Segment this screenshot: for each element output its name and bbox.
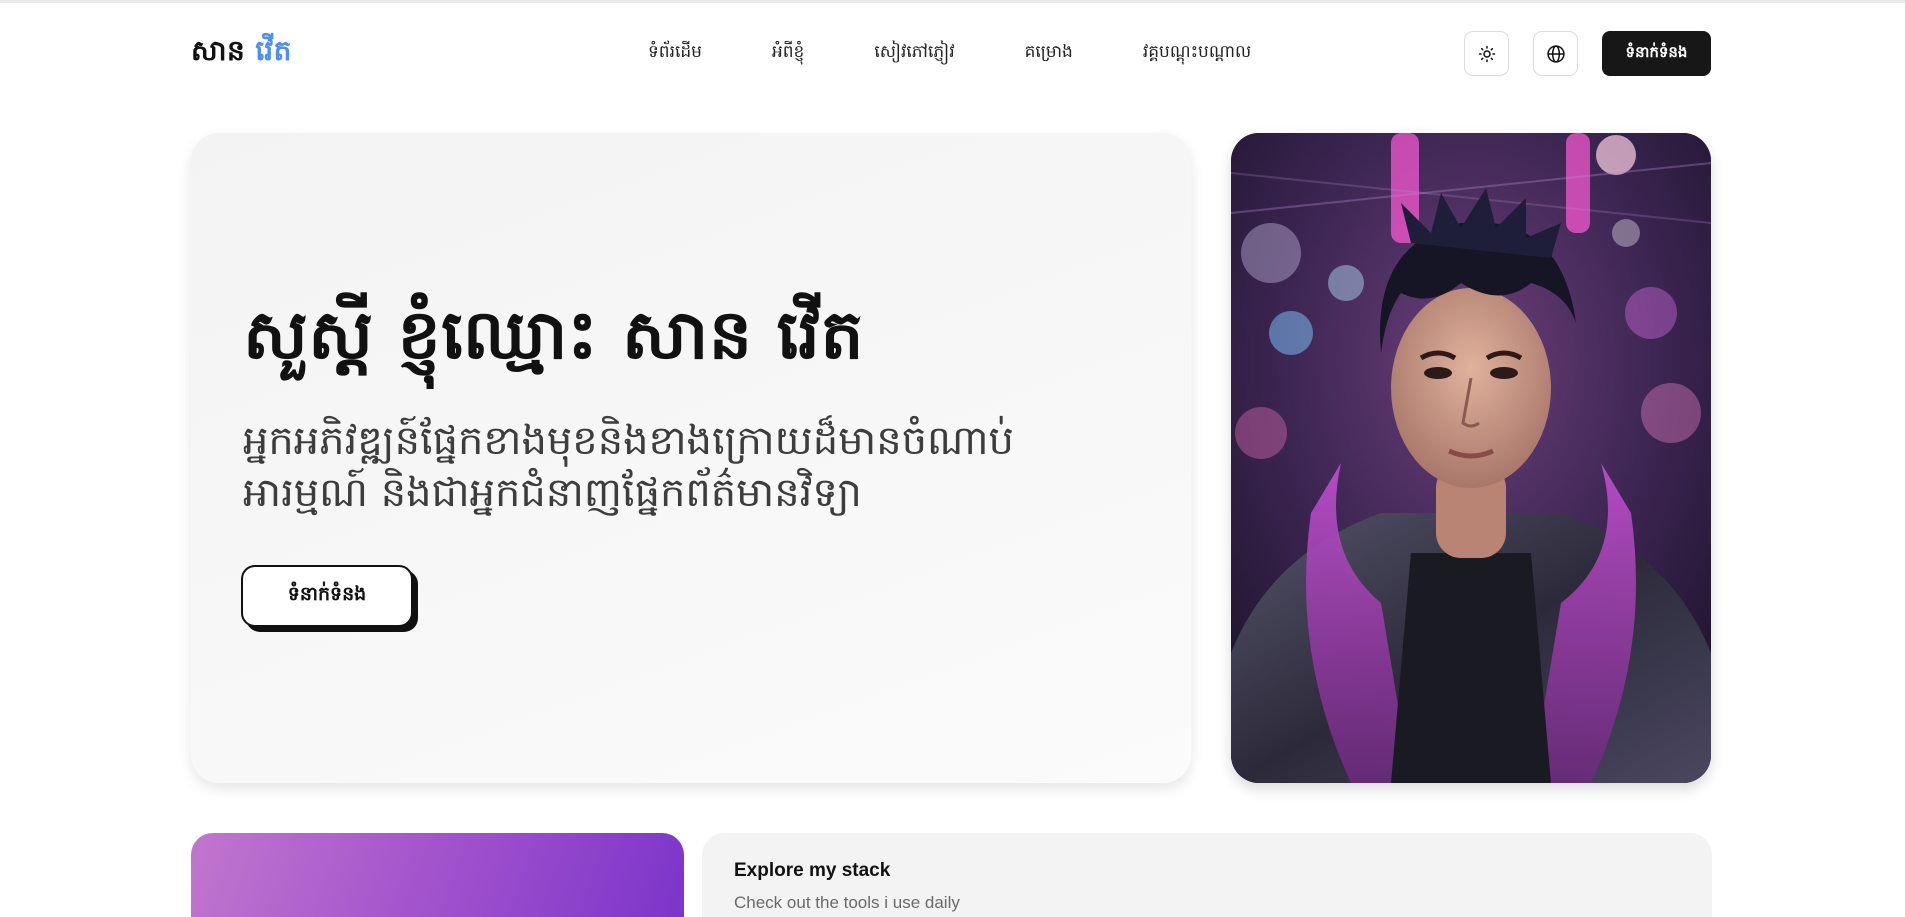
portrait-photo xyxy=(1231,133,1711,783)
hero-subtitle: អ្នកអភិវឌ្ឍន៍ផ្នែកខាងមុខនិងខាងក្រោយដ៏មាន… xyxy=(243,418,1014,516)
nav-item-about[interactable]: អំពីខ្ញុំ xyxy=(772,41,804,66)
stack-card[interactable]: Explore my stack Check out the tools i u… xyxy=(702,833,1712,917)
hero-contact-button[interactable]: ទំនាក់ទំនង xyxy=(241,565,413,627)
logo-first-name: សាន xyxy=(191,34,246,67)
gradient-card xyxy=(191,833,684,917)
globe-icon xyxy=(1546,44,1565,63)
language-button[interactable] xyxy=(1533,31,1578,76)
nav-actions: ទំនាក់ទំនង xyxy=(1464,31,1711,76)
hero-card: សួស្ដី ខ្ញុំឈ្មោះ សាន វើត អ្នកអភិវឌ្ឍន៍ផ… xyxy=(191,133,1191,783)
logo-last-name: វើត xyxy=(255,34,292,67)
nav-item-home[interactable]: ទំព័រដើម xyxy=(648,41,702,66)
contact-button[interactable]: ទំនាក់ទំនង xyxy=(1602,31,1711,76)
stack-card-subtitle: Check out the tools i use daily xyxy=(734,893,960,912)
nav-item-courses[interactable]: វគ្គបណ្តុះបណ្តាល xyxy=(1143,41,1251,66)
main-nav: ទំព័រដើម អំពីខ្ញុំ សៀវភៅភ្ញៀវ គម្រោង វគ្… xyxy=(648,31,1251,76)
portrait-illustration xyxy=(1231,133,1711,783)
sun-icon xyxy=(1478,45,1495,62)
nav-item-guestbook[interactable]: សៀវភៅភ្ញៀវ xyxy=(874,41,954,66)
hero-title: សួស្ដី ខ្ញុំឈ្មោះ សាន វើត xyxy=(243,296,865,375)
navbar: សាន វើត ទំព័រដើម អំពីខ្ញុំ សៀវភៅភ្ញៀវ គម… xyxy=(191,31,1711,76)
top-divider xyxy=(0,0,1905,3)
nav-item-projects[interactable]: គម្រោង xyxy=(1025,41,1073,66)
stack-card-title: Explore my stack xyxy=(734,860,891,881)
theme-toggle-button[interactable] xyxy=(1464,31,1509,76)
site-logo[interactable]: សាន វើត xyxy=(191,33,292,74)
